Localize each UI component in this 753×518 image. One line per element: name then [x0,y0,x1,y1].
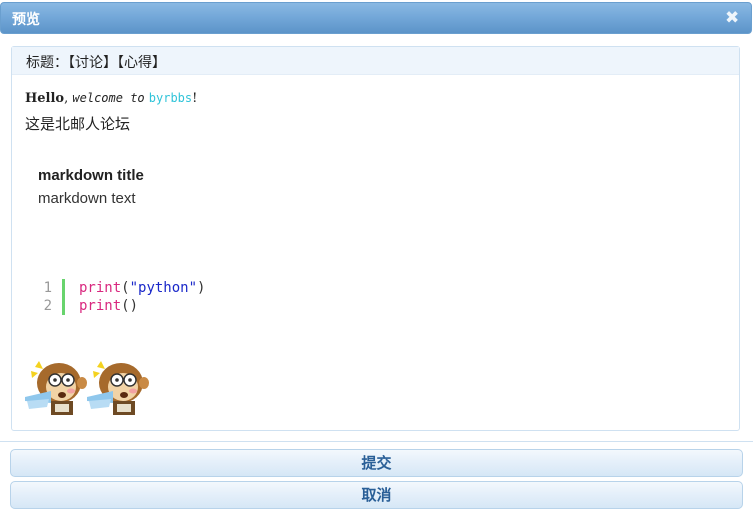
greeting-hello: Hello [25,91,65,106]
line-number: 2 [43,298,52,314]
cancel-button[interactable]: 取消 [10,481,743,509]
code-block: 1 print("python") 2 print() [36,279,205,315]
byrbbs-link[interactable]: byrbbs [149,91,192,105]
code-paren-open: ( [121,280,130,296]
code-gutter-bar [62,279,65,297]
markdown-title: markdown title [38,167,144,184]
footer-divider [0,441,753,442]
greeting-exclaim: ! [192,91,198,106]
preview-panel: 标题：【讨论】【心得】 Hello, welcome to byrbbs! 这是… [11,46,740,431]
forum-line: 这是北邮人论坛 [25,115,131,133]
preview-dialog: 预览 ✖ 标题：【讨论】【心得】 Hello, welcome to byrbb… [0,0,753,518]
code-paren-close: ) [197,280,206,296]
monkey-emoji-icon [87,361,149,415]
code-gutter-bar [62,297,65,315]
code-line: 2 print() [36,297,205,315]
dialog-title: 预览 [12,12,40,28]
code-function: print [79,298,122,314]
subject-label: 标题： [26,55,68,71]
dialog-titlebar: 预览 ✖ [0,2,752,34]
greeting-welcome: welcome to [72,91,145,105]
code-paren-close: ) [129,298,139,314]
markdown-text: markdown text [38,190,136,207]
code-line: 1 print("python") [36,279,205,297]
subject-row: 标题：【讨论】【心得】 [12,47,739,75]
monkey-emoji-icon [25,361,87,415]
code-string: "python" [129,280,198,296]
code-paren-open: ( [121,298,130,314]
greeting-sep: , [64,91,69,106]
code-function: print [79,280,122,296]
line-number: 1 [43,280,52,296]
subject-value: 【讨论】【心得】 [68,55,166,71]
emoji-row [25,357,149,415]
greeting-line: Hello, welcome to byrbbs! [25,91,197,106]
submit-button[interactable]: 提交 [10,449,743,477]
close-icon[interactable]: ✖ [725,10,739,27]
